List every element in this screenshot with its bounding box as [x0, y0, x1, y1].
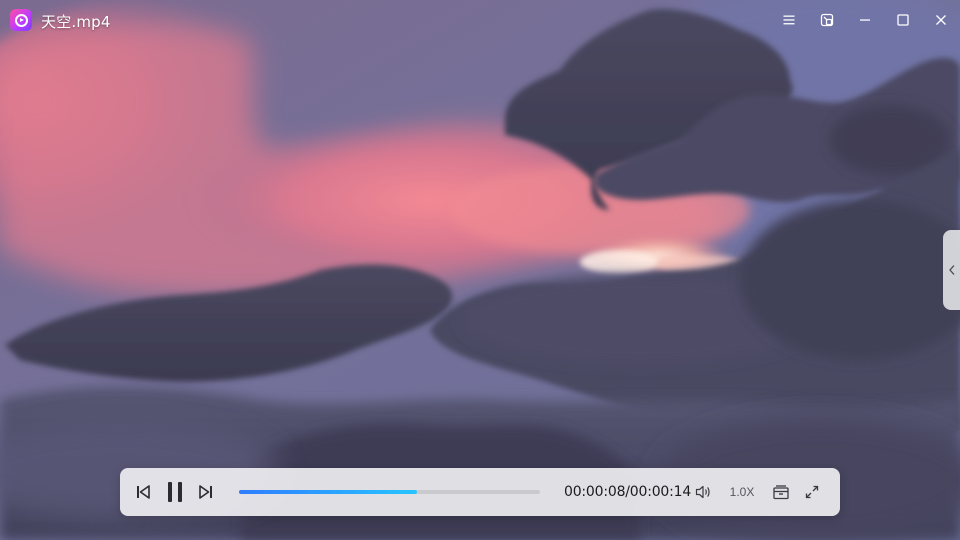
maximize-button[interactable]	[888, 5, 918, 35]
playlist-button[interactable]	[770, 481, 792, 503]
skip-next-icon	[199, 485, 212, 499]
previous-button[interactable]	[133, 482, 153, 502]
playlist-toggle-tab[interactable]	[943, 230, 960, 310]
playback-speed-button[interactable]: 1.0X	[724, 485, 760, 499]
movie-player-window: 天空.mp4 00:00:08/00:00:14 1.0X	[0, 0, 960, 540]
volume-button[interactable]	[692, 481, 714, 503]
mini-mode-button[interactable]	[812, 5, 842, 35]
chevron-left-icon	[948, 265, 954, 275]
minimize-icon	[860, 19, 870, 21]
movie-player-icon	[10, 9, 32, 31]
hamburger-menu-icon	[783, 15, 795, 25]
video-frame[interactable]	[0, 0, 960, 540]
skip-previous-icon	[137, 485, 150, 499]
playlist-icon	[773, 485, 789, 500]
video-frame-image	[0, 0, 960, 540]
maximize-icon	[897, 14, 909, 26]
next-button[interactable]	[196, 482, 216, 502]
mini-mode-icon	[820, 13, 834, 27]
minimize-button[interactable]	[850, 5, 880, 35]
volume-icon	[695, 485, 710, 499]
progress-fill	[239, 490, 417, 494]
playback-control-bar: 00:00:08/00:00:14 1.0X	[120, 468, 840, 516]
fullscreen-icon	[805, 485, 819, 499]
title-bar: 天空.mp4	[0, 0, 960, 40]
pause-icon	[168, 482, 182, 502]
close-icon	[936, 15, 946, 25]
close-button[interactable]	[926, 5, 956, 35]
play-pause-button[interactable]	[163, 479, 187, 505]
time-display: 00:00:08/00:00:14	[564, 484, 692, 500]
fullscreen-button[interactable]	[801, 481, 823, 503]
menu-button[interactable]	[774, 5, 804, 35]
progress-slider[interactable]	[239, 490, 540, 494]
window-title: 天空.mp4	[41, 13, 111, 31]
